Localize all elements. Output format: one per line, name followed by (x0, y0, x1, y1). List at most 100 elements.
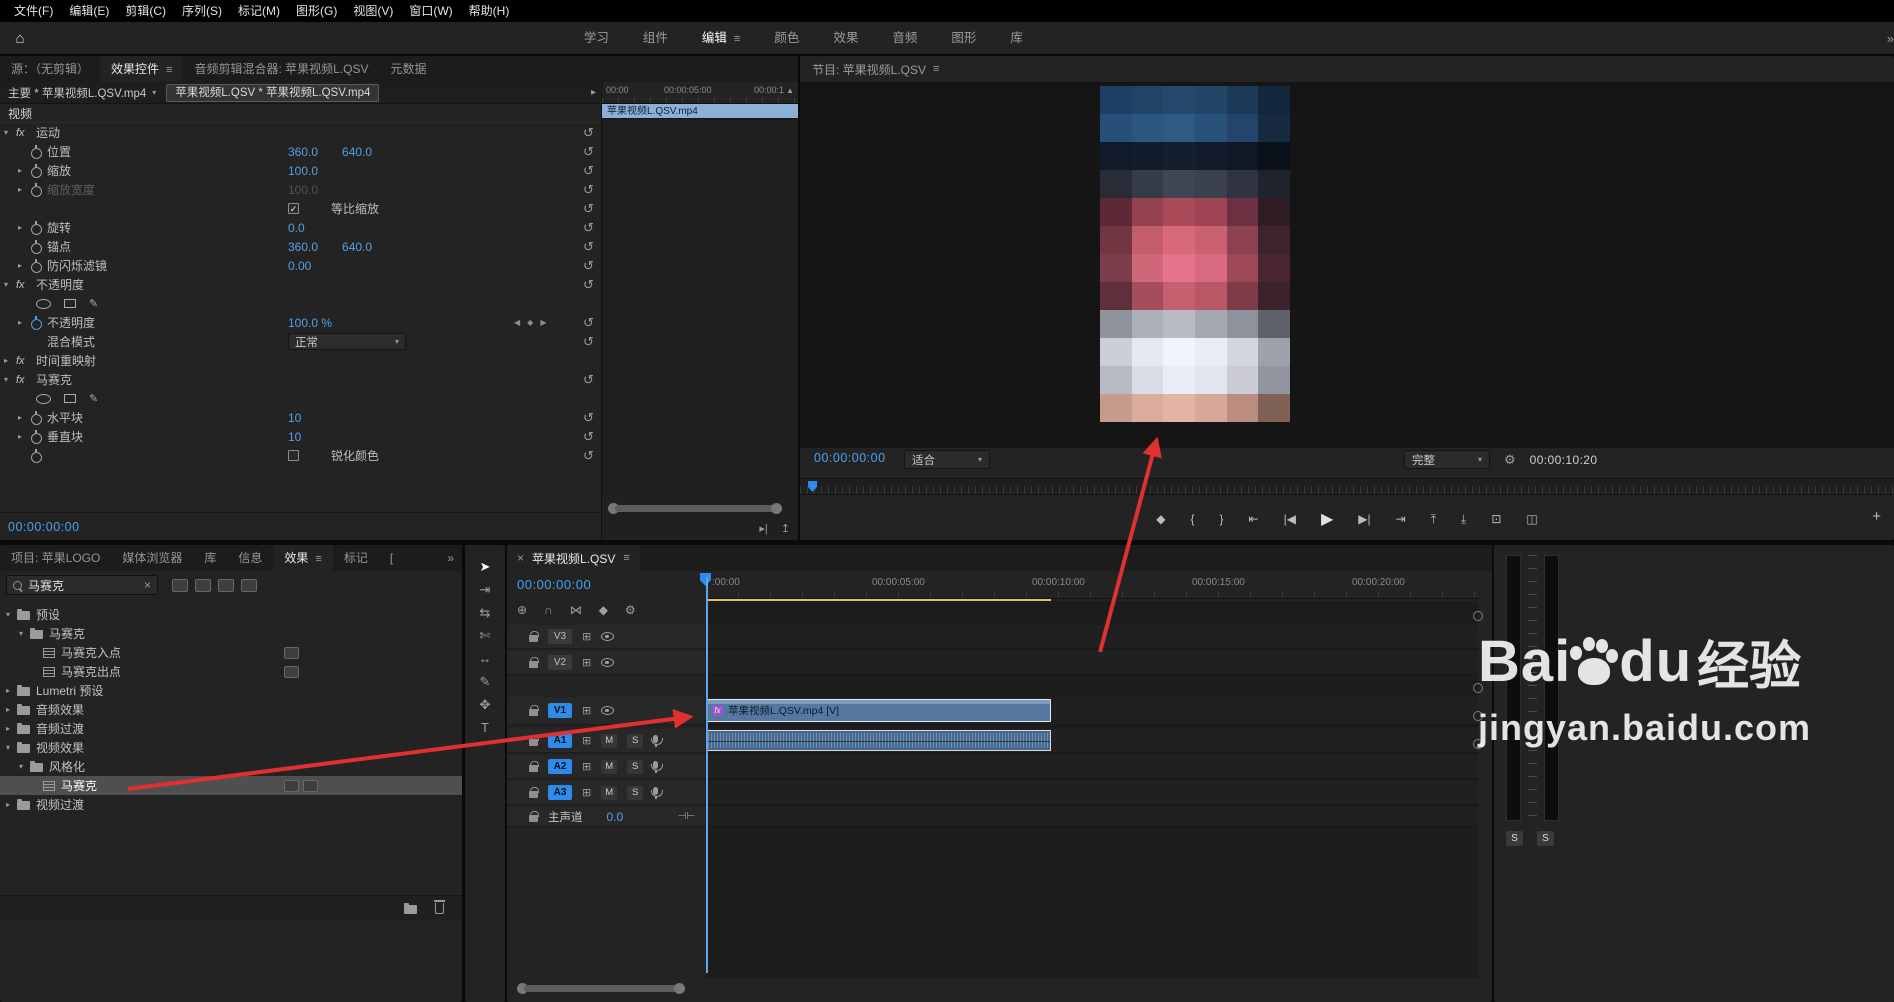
project-tab-1[interactable]: 媒体浏览器 (111, 545, 193, 571)
project-tab-4[interactable]: 效果 ≡ (273, 545, 333, 571)
reset-icon[interactable]: ↺ (583, 199, 594, 218)
play-clip-audio-icon[interactable]: ▸| (759, 522, 767, 535)
ellipse-mask-icon[interactable] (36, 393, 51, 404)
reset-icon[interactable]: ↺ (583, 332, 594, 351)
reset-icon[interactable]: ↺ (583, 370, 594, 389)
keyframe-add-icon[interactable]: ◆ (527, 318, 533, 327)
pen-mask-icon[interactable]: ✎ (89, 393, 98, 405)
lock-icon[interactable] (529, 786, 539, 798)
mic-icon[interactable] (650, 734, 663, 747)
param-value[interactable]: 10 (288, 430, 301, 444)
rect-mask-icon[interactable] (64, 394, 76, 403)
chevron-down-icon[interactable]: ▾ (6, 610, 17, 619)
type-tool-button[interactable]: T (465, 716, 505, 739)
stopwatch-icon[interactable] (30, 446, 45, 465)
mic-icon[interactable] (650, 760, 663, 773)
chevron-right-icon[interactable]: ▸ (18, 413, 30, 422)
settings-wrench-icon[interactable]: ⚙ (1504, 452, 1516, 468)
lock-icon[interactable] (529, 656, 539, 668)
blend-mode-select[interactable]: 正常 ▾ (288, 333, 406, 350)
track-badge-a3[interactable]: A3 (548, 785, 572, 800)
current-clip-selector[interactable]: 苹果视频L.QSV * 苹果视频L.QSV.mp4 (166, 83, 380, 102)
go-to-in-button[interactable]: ⇤ (1249, 512, 1259, 526)
chevron-right-icon[interactable]: ▸ (18, 223, 30, 232)
param-value[interactable]: 100.0 % (288, 316, 332, 330)
timeline-audio-clip[interactable] (706, 730, 1051, 751)
new-bin-icon[interactable] (404, 902, 417, 914)
mic-icon[interactable] (650, 786, 663, 799)
effect-controls-timecode[interactable]: 00:00:00:00 (8, 520, 80, 534)
razor-tool-button[interactable]: ✄ (465, 624, 505, 647)
track-select-tool-button[interactable]: ⇥ (465, 578, 505, 601)
nest-insert-icon[interactable]: ⊕ (517, 603, 527, 617)
tree-item-9[interactable]: 马赛克 (0, 776, 462, 795)
stopwatch-icon[interactable] (30, 427, 45, 446)
param-value[interactable]: 100.0 (288, 183, 318, 197)
workspace-tab-4[interactable]: 效果 (816, 22, 875, 55)
mute-button[interactable]: M (601, 785, 618, 800)
extract-button[interactable]: ⤓ (1461, 512, 1466, 527)
chevron-right-icon[interactable]: ▸ (18, 318, 30, 327)
pen-tool-button[interactable]: ✎ (465, 670, 505, 693)
workspace-tab-6[interactable]: 图形 (934, 22, 993, 55)
search-value[interactable]: 马赛克 (28, 577, 144, 594)
tree-item-7[interactable]: ▾ 视频效果 (0, 738, 462, 757)
eye-icon[interactable] (601, 658, 615, 667)
add-button[interactable]: + (1872, 508, 1881, 525)
reset-icon[interactable]: ↺ (583, 161, 594, 180)
chevron-right-icon[interactable]: ▸ (6, 800, 17, 809)
track-badge-v1[interactable]: V1 (548, 703, 572, 718)
timeline-settings-icon[interactable]: ⚙ (625, 603, 636, 617)
chevron-down-icon[interactable]: ▾ (6, 743, 17, 752)
mini-timeline-ruler[interactable]: 00:00 00:00:05:00 00:00:1 ▲ (602, 82, 798, 104)
tree-item-8[interactable]: ▾ 风格化 (0, 757, 462, 776)
mini-timeline-scrollbar[interactable] (608, 503, 782, 514)
chevron-down-icon[interactable]: ▾ (4, 280, 16, 289)
sync-lock-icon[interactable]: ⊞ (582, 734, 591, 747)
clear-search-icon[interactable]: × (144, 578, 151, 592)
selection-tool-button[interactable]: ➤ (465, 555, 505, 578)
project-tab-2[interactable]: 库 (193, 545, 227, 571)
tree-item-3[interactable]: 马赛克出点 (0, 662, 462, 681)
scrollbar-track[interactable] (524, 985, 678, 992)
keyframe-toggle-icon[interactable]: ↥ (781, 522, 790, 535)
solo-button[interactable]: S (627, 733, 644, 748)
scrollbar-handle[interactable] (1473, 739, 1483, 749)
stopwatch-icon[interactable] (30, 408, 45, 427)
stopwatch-icon[interactable] (30, 180, 45, 199)
workspace-tab-5[interactable]: 音频 (875, 22, 934, 55)
project-tab-6[interactable]: [ (379, 545, 404, 571)
timeline-horizontal-scrollbar[interactable] (517, 983, 685, 994)
tree-item-6[interactable]: ▸ 音频过渡 (0, 719, 462, 738)
param-value[interactable]: 360.0 (288, 145, 318, 159)
playback-resolution-select[interactable]: 完整 ▾ (1404, 450, 1490, 469)
param-value[interactable]: 10 (288, 411, 301, 425)
home-icon[interactable]: ⌂ (0, 30, 40, 47)
chevron-down-icon[interactable]: ▾ (19, 762, 30, 771)
param-value[interactable]: 0.00 (288, 259, 311, 273)
master-track-value[interactable]: 0.0 (607, 810, 624, 824)
scrollbar-handle[interactable] (771, 503, 782, 514)
sync-lock-icon[interactable]: ⊞ (582, 630, 591, 643)
chevron-right-icon[interactable]: ▸ (6, 724, 17, 733)
close-icon[interactable]: × (517, 551, 524, 565)
clip-nav-arrow-icon[interactable]: ▸ (591, 87, 596, 98)
menu-item-8[interactable]: 帮助(H) (461, 0, 518, 22)
chevron-right-icon[interactable]: ▸ (4, 356, 16, 365)
workspace-tab-3[interactable]: 颜色 (757, 22, 816, 55)
sync-lock-icon[interactable]: ⊞ (582, 760, 591, 773)
lock-icon[interactable] (529, 630, 539, 642)
effect-controls-tab-0[interactable]: 源：（无剪辑） (0, 56, 100, 82)
workspace-tab-2[interactable]: 编辑 ≡ (685, 22, 757, 55)
mark-out-button[interactable]: } (1220, 512, 1224, 526)
scrollbar-handle[interactable] (674, 983, 685, 994)
track-badge-v3[interactable]: V3 (548, 629, 572, 644)
menu-item-3[interactable]: 序列(S) (174, 0, 230, 22)
add-marker-icon[interactable]: ◆ (599, 603, 608, 617)
new-custom-bin-icon[interactable] (241, 578, 257, 592)
mute-button[interactable]: M (601, 759, 618, 774)
menu-item-7[interactable]: 窗口(W) (401, 0, 460, 22)
param-value[interactable]: 640.0 (342, 240, 372, 254)
scrollbar-handle[interactable] (1473, 711, 1483, 721)
panel-menu-icon[interactable]: ≡ (315, 553, 321, 565)
